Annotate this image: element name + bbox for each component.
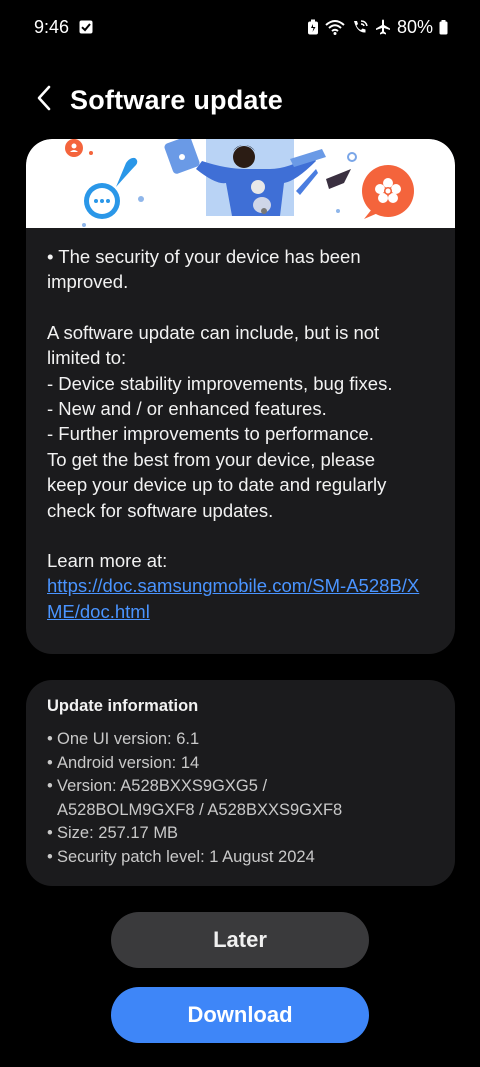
battery-saver-icon	[307, 19, 319, 35]
back-button[interactable]	[24, 78, 64, 122]
battery-icon	[439, 19, 448, 35]
notes-item: - Further improvements to performance.	[47, 423, 374, 445]
release-notes-text: • The security of your device has been i…	[26, 228, 455, 624]
info-item-build-version: • Version: A528BXXS9GXG5 / A528BOLM9GXF8 …	[47, 777, 343, 819]
status-time: 9:46	[34, 16, 70, 37]
wifi-icon	[325, 19, 345, 35]
info-item-security-patch: • Security patch level: 1 August 2024	[47, 847, 315, 866]
info-item-one-ui-version: • One UI version: 6.1	[47, 730, 200, 748]
wifi-calling-icon	[351, 19, 369, 35]
security-note: • The security of your device has been i…	[47, 246, 361, 293]
later-button[interactable]: Later	[111, 912, 369, 968]
status-bar: 9:46 80%	[0, 0, 480, 54]
airplane-icon	[375, 19, 391, 35]
learn-more-label: Learn more at:	[47, 550, 168, 572]
learn-more-link[interactable]: https://doc.samsungmobile.com/SM-A528B/X…	[47, 575, 419, 621]
release-notes-card[interactable]: • The security of your device has been i…	[26, 139, 455, 654]
info-item-android-version: • Android version: 14	[47, 753, 200, 772]
update-banner-illustration	[26, 139, 455, 228]
battery-percent: 80%	[396, 16, 433, 37]
back-arrow-icon	[36, 85, 52, 116]
update-information-card: Update information • One UI version: 6.1 …	[26, 680, 455, 886]
page-title: Software update	[70, 84, 284, 115]
update-info-list: • One UI version: 6.1 • Android version: 1…	[47, 728, 434, 870]
notes-closing: To get the best from your device, please…	[47, 448, 387, 521]
info-item-size: • Size: 257.17 MB	[47, 824, 179, 843]
app-header: Software update	[0, 78, 480, 122]
download-button[interactable]: Download	[111, 987, 369, 1043]
notes-intro: A software update can include, but is no…	[47, 321, 380, 369]
update-info-title: Update information	[47, 697, 199, 715]
notes-item: - Device stability improvements, bug fix…	[47, 372, 393, 394]
notes-item: - New and / or enhanced features.	[47, 398, 327, 420]
gallery-notification-icon	[79, 20, 93, 34]
